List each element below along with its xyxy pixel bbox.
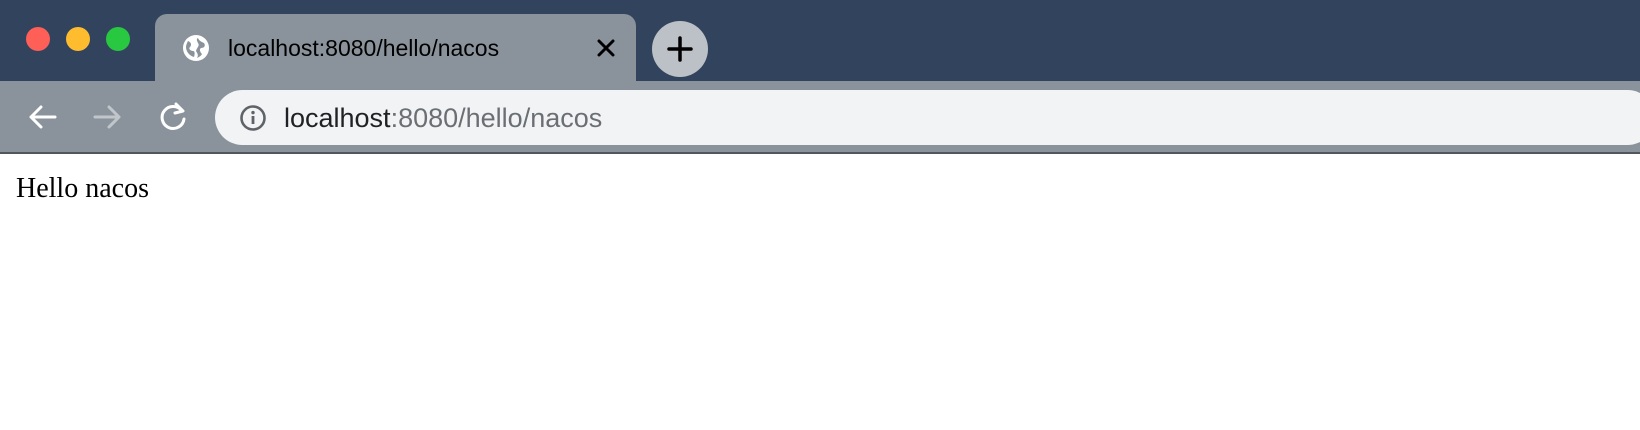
window-close-button[interactable]: [26, 27, 50, 51]
tab-title: localhost:8080/hello/nacos: [228, 35, 500, 61]
back-arrow-icon[interactable]: [25, 99, 61, 135]
browser-tab-active[interactable]: localhost:8080/hello/nacos: [155, 14, 636, 81]
plus-icon: [667, 36, 693, 62]
url-host: localhost: [284, 103, 391, 133]
url-text[interactable]: localhost:8080/hello/nacos: [284, 103, 602, 133]
info-icon[interactable]: [238, 103, 268, 133]
close-icon[interactable]: [592, 34, 620, 62]
address-bar[interactable]: localhost:8080/hello/nacos: [215, 90, 1640, 145]
browser-toolbar: localhost:8080/hello/nacos: [0, 81, 1640, 154]
globe-icon: [183, 35, 209, 61]
page-body-text: Hello nacos: [16, 173, 149, 204]
url-path: :8080/hello/nacos: [390, 103, 603, 133]
window-titlebar: localhost:8080/hello/nacos: [0, 0, 1640, 81]
new-tab-button[interactable]: [652, 21, 708, 77]
window-maximize-button[interactable]: [106, 27, 130, 51]
reload-icon[interactable]: [155, 99, 191, 135]
window-minimize-button[interactable]: [66, 27, 90, 51]
forward-arrow-icon[interactable]: [89, 99, 125, 135]
